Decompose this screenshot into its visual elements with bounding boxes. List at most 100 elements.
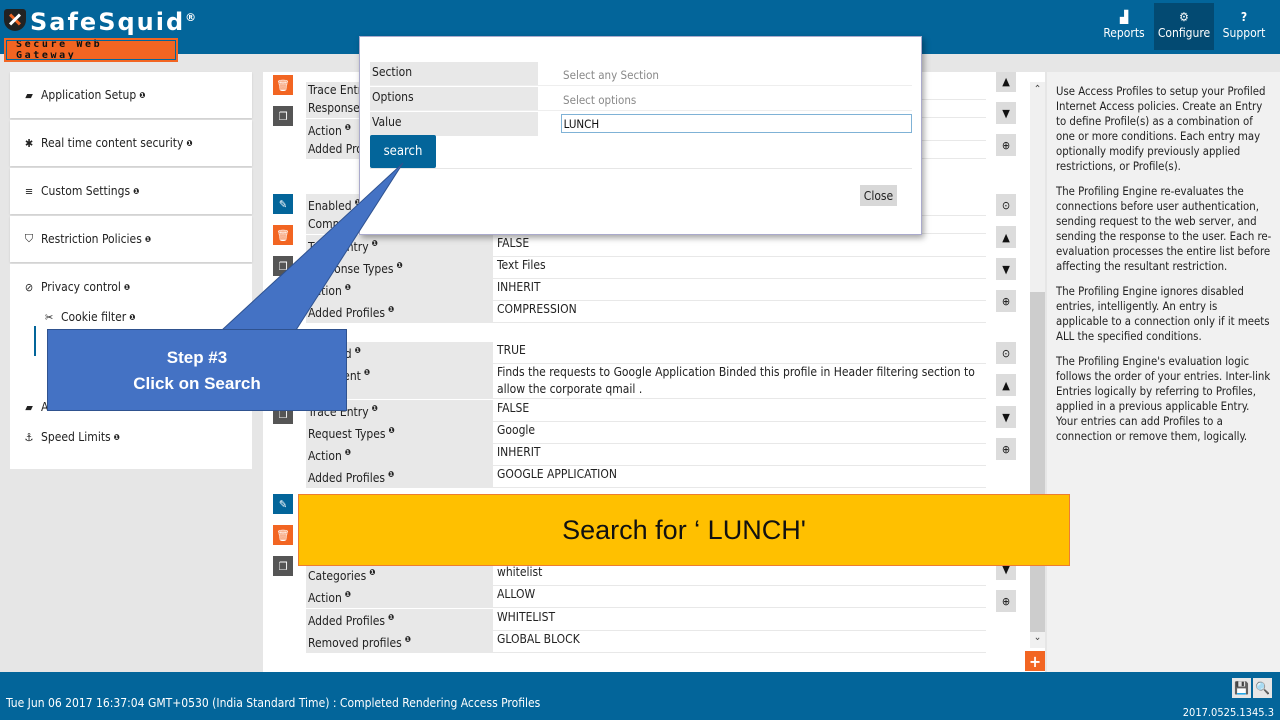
section-select[interactable]: Select any Section bbox=[538, 62, 912, 85]
active-item-indicator bbox=[34, 326, 36, 356]
info-icon[interactable]: ❶ bbox=[388, 426, 394, 435]
info-icon[interactable]: ❶ bbox=[405, 635, 411, 644]
info-icon[interactable]: ❶ bbox=[369, 568, 375, 577]
info-icon[interactable]: ❶ bbox=[145, 235, 151, 244]
save-button[interactable]: 💾 bbox=[1232, 678, 1251, 698]
row-key: Trace Entry ❶ bbox=[306, 234, 493, 256]
row-value: Finds the requests to Google Application… bbox=[497, 365, 975, 397]
table-row: Action ❶ INHERIT bbox=[306, 444, 986, 467]
sidebar-item-label: Speed Limits bbox=[41, 430, 111, 444]
scissors-icon: ✂ bbox=[44, 310, 54, 324]
chart-icon: ▟ bbox=[1119, 10, 1129, 24]
arrow-circle-down-icon: ⊕ bbox=[1001, 594, 1011, 608]
info-icon[interactable]: ❶ bbox=[388, 470, 394, 479]
sidebar-item-label: Privacy control bbox=[41, 280, 121, 294]
scrollbar-thumb[interactable] bbox=[1030, 292, 1045, 632]
move-down-button[interactable]: ▼ bbox=[996, 406, 1016, 428]
info-icon[interactable]: ❶ bbox=[345, 123, 351, 132]
move-down-button[interactable]: ▼ bbox=[996, 258, 1016, 280]
delete-entry-button[interactable]: 🗑 bbox=[273, 225, 293, 245]
arrow-circle-down-icon: ⊕ bbox=[1001, 442, 1011, 456]
info-icon[interactable]: ❶ bbox=[345, 590, 351, 599]
table-row: Action ❶ ALLOW bbox=[306, 586, 986, 609]
scroll-up-icon[interactable]: ⌃ bbox=[1030, 84, 1045, 95]
trash-icon: 🗑 bbox=[276, 78, 290, 92]
edit-entry-button[interactable]: ✎ bbox=[273, 194, 293, 214]
options-select[interactable]: Select options bbox=[538, 87, 912, 110]
logo-shield-icon bbox=[4, 9, 26, 31]
copy-entry-button[interactable]: ❐ bbox=[273, 106, 293, 126]
row-value: GOOGLE APPLICATION bbox=[497, 467, 617, 482]
nav-configure[interactable]: ⚙ Configure bbox=[1154, 3, 1214, 50]
move-up-button[interactable]: ▲ bbox=[996, 226, 1016, 248]
info-icon[interactable]: ❶ bbox=[388, 305, 394, 314]
move-down-button[interactable]: ▼ bbox=[996, 102, 1016, 124]
logo-name-text: SafeSquid bbox=[30, 8, 186, 36]
info-icon[interactable]: ❶ bbox=[186, 139, 192, 148]
arrow-circle-up-icon: ⊙ bbox=[1001, 346, 1011, 360]
status-bar: Tue Jun 06 2017 16:37:04 GMT+0530 (India… bbox=[0, 672, 1280, 720]
section-label: Section bbox=[370, 62, 538, 85]
nav-configure-label: Configure bbox=[1157, 26, 1211, 40]
info-icon[interactable]: ❶ bbox=[345, 448, 351, 457]
options-label: Options bbox=[370, 87, 538, 110]
copy-entry-button[interactable]: ❐ bbox=[273, 256, 293, 276]
delete-entry-button[interactable]: 🗑 bbox=[273, 525, 293, 545]
delete-entry-button[interactable]: 🗑 bbox=[273, 75, 293, 95]
row-value: INHERIT bbox=[497, 280, 541, 295]
move-top-button[interactable]: ⊙ bbox=[996, 194, 1016, 216]
info-icon[interactable]: ❶ bbox=[114, 433, 120, 442]
info-icon[interactable]: ❶ bbox=[139, 91, 145, 100]
info-icon[interactable]: ❶ bbox=[355, 346, 361, 355]
copy-entry-button[interactable]: ❐ bbox=[273, 556, 293, 576]
sidebar-item-application-setup[interactable]: ▰ Application Setup ❶ bbox=[10, 72, 252, 118]
sidebar-item-privacy-control[interactable]: ⊘ Privacy control ❶ bbox=[22, 272, 240, 302]
table-row: Added Profiles ❶ WHITELIST bbox=[306, 608, 986, 631]
info-icon[interactable]: ❶ bbox=[396, 261, 402, 270]
move-bottom-button[interactable]: ⊕ bbox=[996, 134, 1016, 156]
caret-down-icon: ▼ bbox=[1002, 262, 1010, 276]
step-callout: Step #3 Click on Search bbox=[47, 329, 347, 411]
info-icon[interactable]: ❶ bbox=[345, 283, 351, 292]
safesquid-logo[interactable]: SafeSquid® Secure Web Gateway bbox=[4, 4, 196, 62]
nav-support[interactable]: ? Support bbox=[1214, 3, 1274, 50]
move-bottom-button[interactable]: ⊕ bbox=[996, 290, 1016, 312]
edit-icon: ✎ bbox=[278, 197, 288, 211]
row-key: Added Profiles ❶ bbox=[306, 466, 493, 488]
sidebar-item-label: Cookie filter bbox=[61, 310, 127, 324]
nav-support-label: Support bbox=[1222, 26, 1266, 40]
sidebar-item-real-time-content-security[interactable]: ✱ Real time content security ❶ bbox=[10, 120, 252, 166]
value-input[interactable] bbox=[560, 114, 912, 133]
info-icon[interactable]: ❶ bbox=[372, 239, 378, 248]
close-button[interactable]: Close bbox=[860, 185, 897, 206]
move-up-button[interactable]: ▲ bbox=[996, 72, 1016, 92]
info-icon[interactable]: ❶ bbox=[364, 368, 370, 377]
move-bottom-button[interactable]: ⊕ bbox=[996, 438, 1016, 460]
edit-entry-button[interactable]: ✎ bbox=[273, 494, 293, 514]
sidebar-item-speed-limits[interactable]: ⚓ Speed Limits ❶ bbox=[22, 422, 240, 452]
search-button[interactable]: search bbox=[370, 135, 436, 168]
info-icon[interactable]: ❶ bbox=[124, 283, 130, 292]
move-up-button[interactable]: ▲ bbox=[996, 374, 1016, 396]
info-icon[interactable]: ❶ bbox=[372, 404, 378, 413]
ban-icon: ⊘ bbox=[24, 280, 34, 294]
nav-reports[interactable]: ▟ Reports bbox=[1094, 3, 1154, 50]
caret-down-icon: ▼ bbox=[1002, 410, 1010, 424]
version-label: 2017.0525.1345.3 bbox=[1182, 706, 1274, 719]
search-config-button[interactable]: 🔍 bbox=[1253, 678, 1272, 698]
step-title: Step #3 bbox=[166, 348, 228, 367]
move-bottom-button[interactable]: ⊕ bbox=[996, 590, 1016, 612]
row-key: Action ❶ bbox=[306, 279, 493, 301]
sidebar-item-cookie-filter[interactable]: ✂ Cookie filter ❶ bbox=[22, 302, 240, 332]
sidebar-item-label: Custom Settings bbox=[41, 184, 131, 198]
sidebar-item-restriction-policies[interactable]: ⛉ Restriction Policies ❶ bbox=[10, 216, 252, 262]
scroll-down-icon[interactable]: ⌄ bbox=[1030, 632, 1045, 643]
sidebar-item-custom-settings[interactable]: ≡ Custom Settings ❶ bbox=[10, 168, 252, 214]
add-entry-button[interactable]: + bbox=[1025, 651, 1045, 671]
info-icon[interactable]: ❶ bbox=[133, 187, 139, 196]
move-top-button[interactable]: ⊙ bbox=[996, 342, 1016, 364]
info-icon[interactable]: ❶ bbox=[388, 613, 394, 622]
row-value: FALSE bbox=[497, 235, 530, 250]
info-icon[interactable]: ❶ bbox=[129, 313, 135, 322]
caret-down-icon: ▼ bbox=[1002, 106, 1010, 120]
